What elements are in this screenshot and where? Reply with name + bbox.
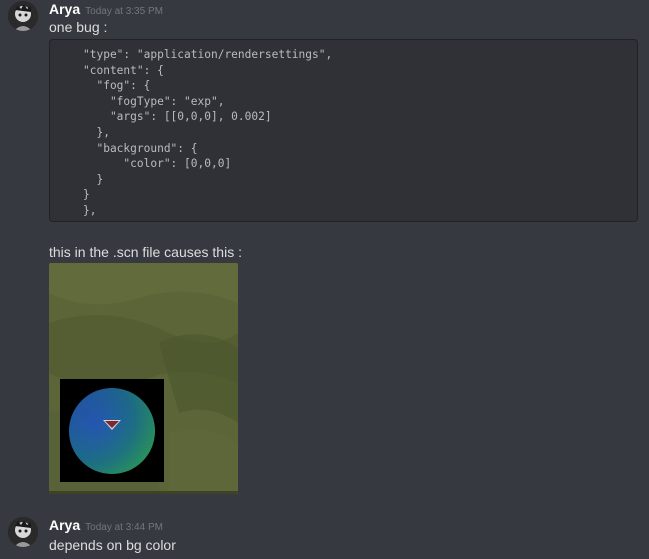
code-content: "type": "application/rendersettings", "c… [83,48,333,217]
timestamp[interactable]: Today at 3:44 PM [85,522,163,533]
username[interactable]: Arya [49,517,80,533]
message-header: Arya Today at 3:35 PM [49,1,163,19]
avatar-image-icon [8,517,38,547]
message-header: Arya Today at 3:44 PM [49,517,163,535]
message-text: one bug : [49,19,108,35]
chat-view: Arya Today at 3:35 PM one bug : "type": "… [0,0,649,559]
timestamp[interactable]: Today at 3:35 PM [85,6,163,17]
avatar[interactable] [8,1,38,31]
avatar[interactable] [8,517,38,547]
image-attachment[interactable] [49,263,238,494]
message-text: this in the .scn file causes this : [49,244,242,260]
avatar-image-icon [8,1,38,31]
username[interactable]: Arya [49,1,80,17]
code-block[interactable]: "type": "application/rendersettings", "c… [49,39,638,222]
message-text: depends on bg color [49,537,176,553]
render-screenshot [49,263,238,494]
